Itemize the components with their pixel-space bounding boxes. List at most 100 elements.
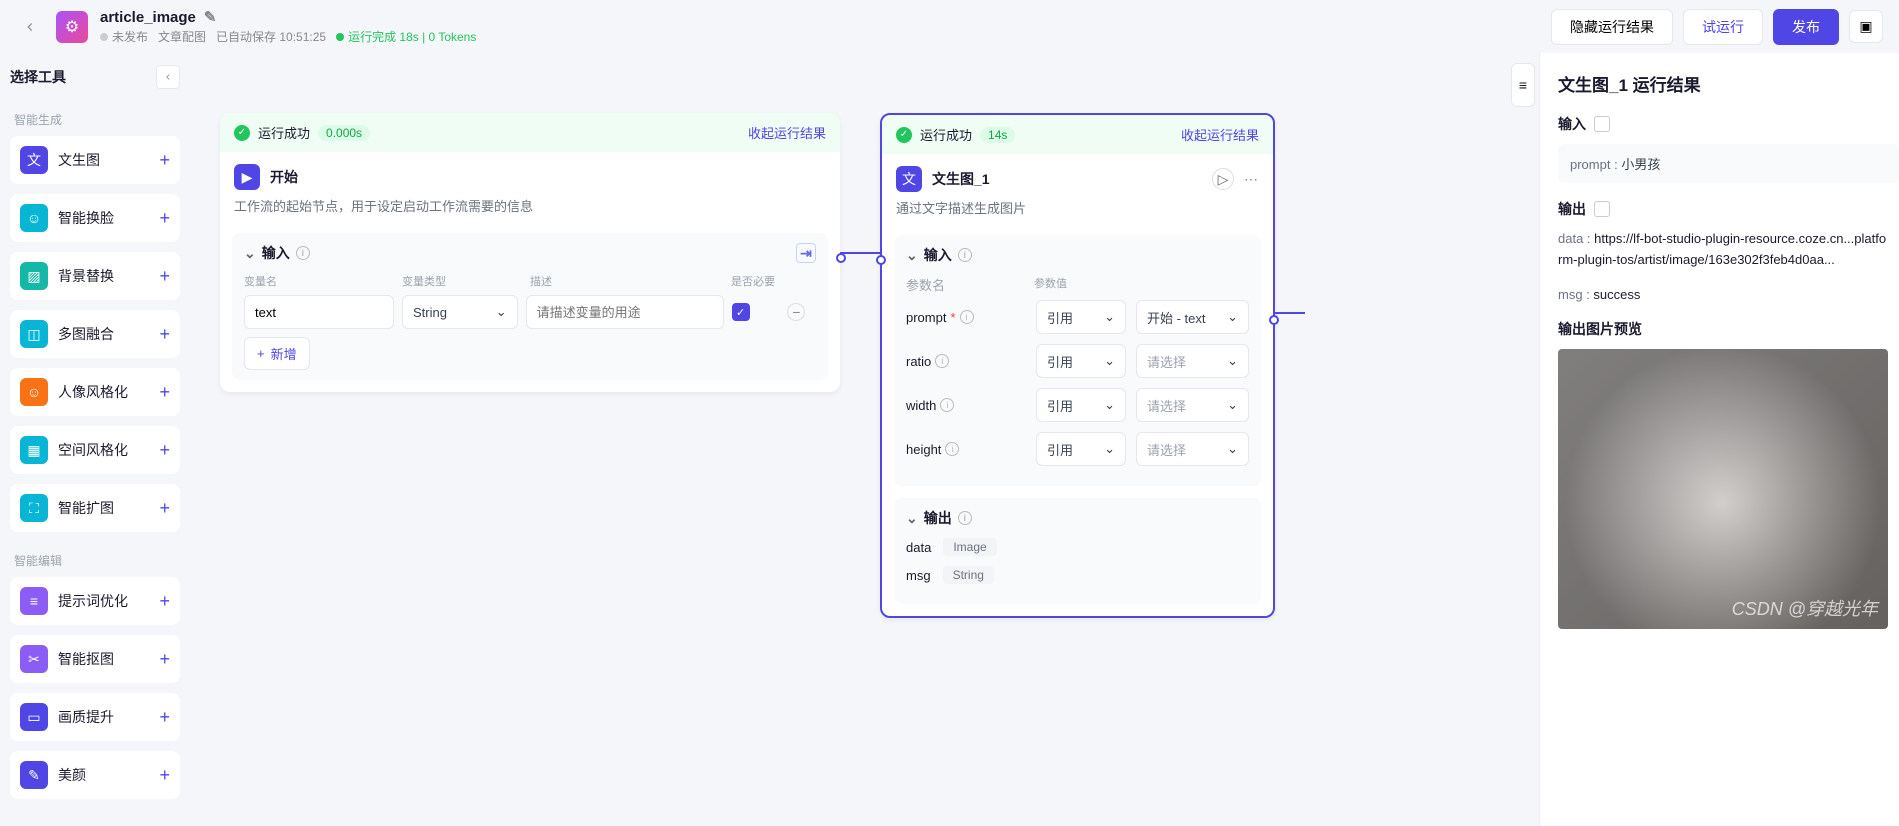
add-tool-button[interactable]: + [159,208,170,229]
header: ⚙ article_image ✎ 未发布 文章配图 已自动保存 10:51:2… [0,0,1899,53]
add-variable-button[interactable]: +新增 [244,337,310,370]
output-image-preview[interactable]: CSDN @穿越光年 [1558,349,1888,629]
input-value-box: prompt : 小男孩 [1558,144,1899,183]
tool-label: 提示词优化 [58,591,159,611]
tool-label: 智能抠图 [58,649,159,669]
add-tool-button[interactable]: + [159,150,170,171]
collapse-sidebar-button[interactable] [156,65,180,89]
publish-status: 未发布 [100,28,148,45]
canvas-toolbar[interactable]: ≡ [1511,63,1535,107]
add-tool-button[interactable]: + [159,324,170,345]
layout-button[interactable]: ▣ [1849,10,1883,43]
run-status-label: 运行成功 [258,123,310,142]
required-checkbox[interactable]: ✓ [732,303,750,321]
add-tool-button[interactable]: + [159,591,170,612]
add-tool-button[interactable]: + [159,707,170,728]
tool-label: 美颜 [58,765,159,785]
output-handle[interactable] [836,253,846,263]
info-icon[interactable]: i [940,398,954,412]
copy-icon[interactable] [1594,116,1610,132]
back-button[interactable] [16,13,44,41]
test-run-button[interactable]: 试运行 [1683,9,1763,45]
input-handle[interactable] [876,255,886,265]
add-tool-button[interactable]: + [159,765,170,786]
sidebar-item[interactable]: ▦空间风格化+ [10,426,180,474]
param-mode-select[interactable]: 引用⌄ [1036,388,1126,422]
add-tool-button[interactable]: + [159,266,170,287]
info-icon[interactable]: i [958,511,972,525]
chevron-down-icon[interactable]: ⌄ [906,247,918,264]
collapse-results-link[interactable]: 收起运行结果 [748,123,826,142]
add-tool-button[interactable]: + [159,649,170,670]
node-text-to-image[interactable]: ✓ 运行成功 14s 收起运行结果 文 文生图_1 ▷ ⋯ 通过文字描述生成图片… [880,113,1275,618]
sidebar-item[interactable]: ✎美颜+ [10,751,180,799]
param-value-select[interactable]: 请选择⌄ [1136,432,1249,466]
param-value-select[interactable]: 请选择⌄ [1136,344,1249,378]
sidebar-item[interactable]: ≡提示词优化+ [10,577,180,625]
edit-title-icon[interactable]: ✎ [204,8,217,26]
add-tool-button[interactable]: + [159,382,170,403]
info-icon[interactable]: i [960,310,974,324]
chevron-down-icon[interactable]: ⌄ [244,245,256,262]
col-var-name: 变量名 [244,273,394,289]
add-tool-button[interactable]: + [159,498,170,519]
param-mode-select[interactable]: 引用⌄ [1036,300,1126,334]
sidebar-item[interactable]: ▭画质提升+ [10,693,180,741]
info-icon[interactable]: i [935,354,949,368]
param-mode-select[interactable]: 引用⌄ [1036,344,1126,378]
check-icon: ✓ [896,127,912,143]
run-duration: 14s [980,127,1015,143]
play-button[interactable]: ▷ [1212,168,1234,190]
app-logo: ⚙ [56,11,88,43]
output-name: msg [906,568,931,583]
sidebar-item[interactable]: ☺人像风格化+ [10,368,180,416]
sidebar-item[interactable]: ▨背景替换+ [10,252,180,300]
node-description: 工作流的起始节点，用于设定启动工作流需要的信息 [220,196,840,225]
sidebar-item[interactable]: ◫多图融合+ [10,310,180,358]
tool-icon: ▨ [20,262,48,290]
sidebar-item[interactable]: ⛶智能扩图+ [10,484,180,532]
results-panel: 文生图_1 运行结果 输入 prompt : 小男孩 输出 data : htt… [1539,53,1899,826]
sidebar-item[interactable]: ☺智能换脸+ [10,194,180,242]
add-tool-button[interactable]: + [159,440,170,461]
section-title-input: 输入 [924,245,952,265]
remove-row-button[interactable]: − [787,303,805,321]
import-icon[interactable]: ⇥ [796,243,816,263]
node-start[interactable]: ✓ 运行成功 0.000s 收起运行结果 ▶ 开始 工作流的起始节点，用于设定启… [220,113,840,392]
group-label-edit: 智能编辑 [14,552,176,569]
workflow-canvas[interactable]: ≡ ✓ 运行成功 0.000s 收起运行结果 ▶ 开始 工作流的起始节点，用于设… [190,53,1539,826]
param-name: height i [906,442,1026,457]
hide-results-button[interactable]: 隐藏运行结果 [1551,9,1673,45]
tools-sidebar: 选择工具 智能生成 文文生图+☺智能换脸+▨背景替换+◫多图融合+☺人像风格化+… [0,53,190,826]
param-value-select[interactable]: 开始 - text⌄ [1136,300,1249,334]
workflow-title: article_image [100,9,196,26]
var-desc-input[interactable] [526,295,724,329]
check-icon: ✓ [234,125,250,141]
copy-icon[interactable] [1594,201,1610,217]
param-value-select[interactable]: 请选择⌄ [1136,388,1249,422]
more-icon[interactable]: ⋯ [1244,171,1259,188]
text-to-image-icon: 文 [896,166,922,192]
info-icon[interactable]: i [945,442,959,456]
info-icon[interactable]: i [296,246,310,260]
output-row: data Image [906,538,1249,556]
sidebar-item[interactable]: 文文生图+ [10,136,180,184]
sidebar-item[interactable]: ✂智能抠图+ [10,635,180,683]
collapse-results-link[interactable]: 收起运行结果 [1181,125,1259,144]
output-type: Image [943,538,996,556]
publish-button[interactable]: 发布 [1773,9,1839,45]
tool-icon: ▦ [20,436,48,464]
tool-icon: ▭ [20,703,48,731]
param-row: width i 引用⌄ 请选择⌄ [906,388,1249,422]
var-type-select[interactable]: String⌄ [402,295,518,329]
var-name-input[interactable] [244,295,394,329]
run-duration: 0.000s [318,125,370,141]
output-handle[interactable] [1269,315,1279,325]
watermark: CSDN @穿越光年 [1732,595,1878,621]
tool-label: 多图融合 [58,324,159,344]
param-mode-select[interactable]: 引用⌄ [1036,432,1126,466]
info-icon[interactable]: i [958,248,972,262]
param-row: prompt* i 引用⌄ 开始 - text⌄ [906,300,1249,334]
output-name: data [906,540,931,555]
chevron-down-icon[interactable]: ⌄ [906,510,918,527]
